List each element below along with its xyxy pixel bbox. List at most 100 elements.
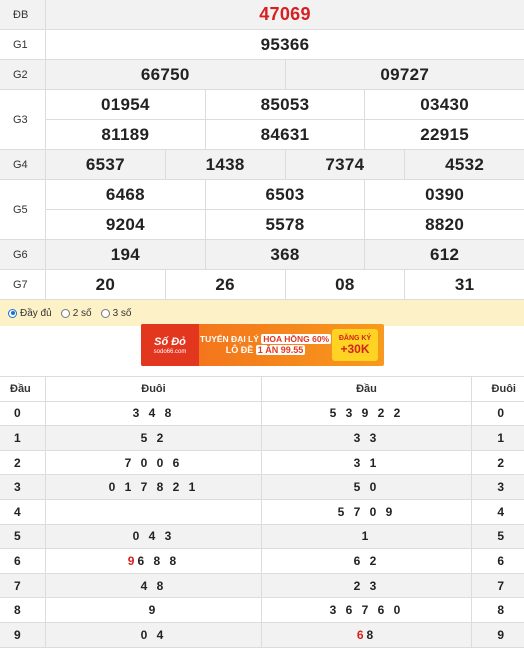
prize-number: 6503: [204, 180, 365, 209]
head-digit: 9: [0, 622, 46, 647]
tail-digit: 0: [497, 406, 504, 421]
prize-label: G6: [0, 240, 46, 269]
prize-number: 368: [204, 240, 365, 269]
prize-number: 66750: [140, 64, 190, 84]
head-values: 3 6 7 6 0: [329, 603, 404, 618]
radio-icon[interactable]: [60, 308, 70, 318]
prize-row: ĐB 47069: [0, 0, 524, 30]
tail-list: [46, 499, 262, 524]
head-tail-row: 2 7 0 0 6 3 1 2: [0, 450, 524, 476]
head-values: 5 3 9 2 2: [329, 406, 404, 421]
special-prize-number: 47069: [259, 4, 311, 24]
head-tail-row: 9 0 4 6 8 9: [0, 622, 524, 648]
prize-number: 08: [284, 270, 405, 299]
banner-logo-sub: sodo66.com: [153, 348, 187, 355]
head-list: 3 3: [262, 426, 472, 450]
tail-values: 3 4 8: [132, 406, 175, 421]
head-digit: 4: [0, 499, 46, 524]
prize-row: G1 95366: [0, 30, 524, 60]
tail-digit: 1: [497, 430, 504, 445]
banner-cta-bottom: +30K: [340, 341, 370, 356]
tail-values: 7 0 0 6: [124, 455, 183, 470]
prize-number: 6537: [85, 154, 125, 174]
head-list: 5 0: [262, 475, 472, 499]
option-label: 3 số: [112, 307, 132, 319]
prize-number: 1438: [164, 150, 285, 179]
prize-number: 85053: [204, 90, 365, 119]
head-digit: 6: [0, 549, 46, 573]
banner-logo: Số Đỏ sodo66.com: [141, 324, 199, 366]
tail-list: 0 4: [46, 622, 262, 647]
header-head-right: Đầu: [262, 377, 472, 401]
tail-digit: 8: [497, 603, 504, 618]
radio-icon[interactable]: [100, 308, 110, 318]
option-2[interactable]: 3 số: [100, 307, 132, 319]
head-values: 5 7 0 9: [337, 504, 396, 519]
banner-logo-text: Số Đỏ: [154, 335, 186, 348]
prize-number: 612: [364, 240, 524, 269]
tail-values: 6 8 8: [137, 553, 180, 568]
header-tail-left: Đuôi: [46, 377, 262, 401]
prize-number: 26: [164, 270, 285, 299]
head-digit: 8: [0, 598, 46, 622]
tail-list: 5 2: [46, 426, 262, 450]
head-list: 2 3: [262, 573, 472, 598]
banner-line1-b: HOA HỒNG 60%: [261, 333, 332, 344]
head-digit: 1: [0, 426, 46, 450]
tail-values: 0 4: [140, 627, 167, 642]
head-list: 6 2: [262, 549, 472, 573]
prize-label: ĐB: [0, 0, 46, 29]
tail-digit: 6: [497, 553, 504, 568]
head-list: 3 1: [262, 450, 472, 475]
banner-cta-top: ĐĂNG KÝ: [338, 334, 372, 342]
tail-values: 0 1 7 8 2 1: [108, 480, 199, 495]
tail-values: 5 2: [140, 430, 167, 445]
tail-digit: 4: [497, 504, 504, 519]
prize-number: 09727: [284, 60, 524, 89]
tail-list: 0 4 3: [46, 524, 262, 549]
option-0[interactable]: Đầy đủ: [8, 308, 52, 319]
banner-line2-b: 1 ĂN 99.55: [255, 344, 306, 355]
prize-label: G4: [0, 150, 46, 179]
tail-digit: 3: [497, 480, 504, 495]
prize-label: G7: [0, 270, 46, 299]
ad-banner[interactable]: Số Đỏ sodo66.com TUYỂN ĐẠI LÝ HOA HỒNG 6…: [141, 324, 384, 366]
banner-register-button[interactable]: ĐĂNG KÝ +30K: [332, 329, 378, 361]
head-digit: 0: [0, 401, 46, 426]
head-digit: 7: [0, 573, 46, 598]
radio-icon[interactable]: [8, 308, 17, 318]
prize-number: 22915: [364, 120, 524, 149]
head-tail-row: 1 5 2 3 3 1: [0, 426, 524, 451]
head-list: 5 3 9 2 2: [262, 401, 472, 426]
prize-number: 5578: [204, 210, 365, 239]
tail-values: 0 4 3: [132, 529, 175, 544]
head-tail-row: 7 4 8 2 3 7: [0, 573, 524, 599]
prize-number: 4532: [404, 150, 524, 179]
head-values: 2 3: [353, 578, 380, 593]
option-1[interactable]: 2 số: [60, 308, 92, 319]
head-digit: 2: [0, 450, 46, 475]
prize-number: 03430: [364, 90, 524, 119]
head-tail-row: 5 0 4 3 1 5: [0, 524, 524, 550]
head-tail-row: 69 6 8 86 26: [0, 549, 524, 574]
tail-list: 9 6 8 8: [46, 549, 262, 573]
tail-digit: 2: [497, 455, 504, 470]
head-highlight: 6: [356, 627, 367, 642]
display-options: Đầy đủ 2 số 3 số: [0, 300, 524, 326]
head-list: 3 6 7 6 0: [262, 598, 472, 622]
head-tail-row: 0 3 4 8 5 3 9 2 2 0: [0, 401, 524, 427]
prize-number: 84631: [204, 120, 365, 149]
head-list: 6 8: [262, 622, 472, 647]
results-table: ĐB 47069 G1 95366 G2 66750 09727 G3 01954 85053 03…: [0, 0, 524, 300]
header-tail-right: Đuôi: [491, 382, 516, 395]
head-digit: 3: [0, 475, 46, 499]
prize-label: G1: [0, 30, 46, 59]
prize-label: G2: [0, 60, 46, 89]
prize-row: G6 194 368 612: [0, 240, 524, 270]
tail-digit: 5: [497, 529, 504, 544]
head-list: 1: [262, 524, 472, 549]
prize-number: 194: [110, 244, 140, 264]
prize-row: G2 66750 09727: [0, 60, 524, 90]
tail-list: 3 4 8: [46, 401, 262, 426]
tail-values: 4 8: [140, 578, 167, 593]
